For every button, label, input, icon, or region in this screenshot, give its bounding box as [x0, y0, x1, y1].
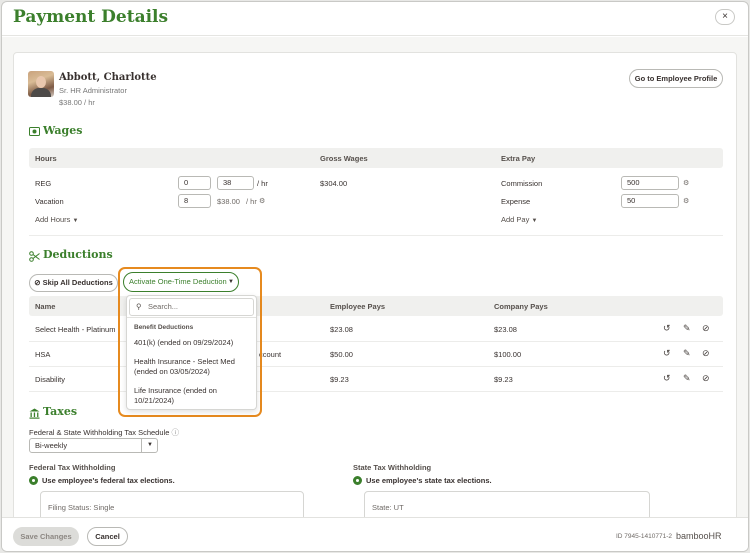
- menu-item[interactable]: Health Insurance - Select Med (ended on …: [134, 357, 246, 377]
- avatar: [28, 71, 54, 97]
- close-button[interactable]: ×: [715, 9, 735, 25]
- reg-label: REG: [35, 179, 52, 188]
- company-pays-column: Company Pays: [494, 302, 548, 311]
- deduction-employee-pays: $9.23: [330, 375, 349, 384]
- deduction-menu: ⚲ Search... Benefit Deductions 401(k) (e…: [126, 295, 257, 410]
- deduction-employee-pays: $23.08: [330, 325, 353, 334]
- add-pay-link[interactable]: Add Pay ▼: [501, 215, 537, 224]
- deductions-title: Deductions: [43, 248, 113, 261]
- pencil-icon[interactable]: ✎: [683, 373, 691, 384]
- employee-job-title: Sr. HR Administrator: [59, 86, 127, 95]
- bamboohr-logo: bambooHR: [676, 531, 722, 541]
- state-withholding-title: State Tax Withholding: [353, 463, 432, 472]
- prohibit-icon[interactable]: ⊘: [702, 323, 710, 334]
- wages-title: Wages: [43, 124, 83, 137]
- menu-item[interactable]: 401(k) (ended on 09/29/2024): [134, 338, 252, 348]
- hours-column: Hours: [35, 154, 57, 163]
- tax-schedule-select[interactable]: Bi-weekly ▼: [29, 438, 158, 453]
- modal-footer: Save Changes Cancel ID 7945-1410771-2 ba…: [2, 517, 748, 551]
- commission-input[interactable]: 500: [621, 176, 679, 190]
- prohibit-icon[interactable]: ⊘: [702, 373, 710, 384]
- skip-all-deductions-button[interactable]: ⊘ Skip All Deductions: [29, 274, 118, 292]
- info-icon: ⓘ: [171, 428, 179, 437]
- go-to-profile-button[interactable]: Go to Employee Profile: [629, 69, 723, 88]
- deduction-company-pays: $100.00: [494, 350, 522, 359]
- reg-rate-input[interactable]: 38: [217, 176, 254, 190]
- deduction-account: ccount: [259, 350, 282, 359]
- state-details-box: State: UT: [364, 491, 650, 517]
- deduction-company-pays: $23.08: [494, 325, 517, 334]
- page-title: Payment Details: [13, 7, 169, 27]
- cancel-button[interactable]: Cancel: [87, 527, 128, 546]
- prohibit-icon: ⊘: [34, 278, 41, 287]
- close-icon: ×: [722, 11, 728, 22]
- name-column: Name: [35, 302, 56, 311]
- vacation-rate-unit: / hr: [246, 197, 257, 206]
- wages-table-header: Hours Gross Wages Extra Pay: [29, 148, 723, 168]
- menu-search-input[interactable]: ⚲ Search...: [129, 298, 254, 316]
- modal-body[interactable]: Abbott, Charlotte Sr. HR Administrator $…: [2, 37, 748, 517]
- pencil-icon[interactable]: ✎: [683, 323, 691, 334]
- menu-item[interactable]: Life Insurance (ended on 10/21/2024): [134, 386, 230, 406]
- save-changes-button[interactable]: Save Changes: [13, 527, 79, 546]
- reg-gross-wages: $304.00: [320, 179, 348, 188]
- deduction-name: Disability: [35, 375, 66, 384]
- deduction-company-pays: $9.23: [494, 375, 513, 384]
- activate-one-time-deduction-button[interactable]: Activate One-Time Deduction ▼: [123, 272, 239, 292]
- prohibit-icon[interactable]: ⊘: [702, 348, 710, 359]
- caret-down-icon: ▼: [531, 218, 538, 224]
- state-option-label: Use employee's state tax elections.: [366, 476, 492, 485]
- money-icon: [29, 127, 40, 138]
- vacation-hours-input[interactable]: 8: [178, 194, 211, 208]
- employee-pays-column: Employee Pays: [330, 302, 386, 311]
- vacation-label: Vacation: [35, 197, 64, 206]
- caret-down-icon: ▼: [147, 442, 153, 448]
- gear-icon[interactable]: ⚙: [259, 197, 265, 205]
- federal-filing-status: Filing Status: Single: [48, 503, 115, 512]
- payment-card: Abbott, Charlotte Sr. HR Administrator $…: [13, 52, 737, 517]
- reg-hours-input[interactable]: 0: [178, 176, 211, 190]
- modal-header: Payment Details ×: [2, 2, 748, 36]
- divider: [29, 235, 723, 236]
- reg-rate-unit: / hr: [257, 179, 268, 188]
- gear-icon[interactable]: ⚙: [683, 179, 689, 187]
- gross-wages-column: Gross Wages: [320, 154, 368, 163]
- vacation-rate: $38.00: [217, 197, 240, 206]
- employee-rate: $38.00 / hr: [59, 98, 95, 107]
- expense-label: Expense: [501, 197, 531, 206]
- federal-option-label: Use employee's federal tax elections.: [42, 476, 175, 485]
- deduction-name: HSA: [35, 350, 51, 359]
- gear-icon[interactable]: ⚙: [683, 197, 689, 205]
- deduction-name: Select Health - Platinum: [35, 325, 116, 334]
- state-filing-status: State: UT: [372, 503, 404, 512]
- caret-down-icon: ▼: [228, 279, 234, 285]
- add-hours-link[interactable]: Add Hours ▼: [35, 215, 78, 224]
- federal-radio[interactable]: [29, 476, 38, 485]
- extra-pay-column: Extra Pay: [501, 154, 536, 163]
- record-id: ID 7945-1410771-2: [616, 533, 673, 540]
- payment-details-modal: Payment Details × Abbott, Charlotte Sr. …: [1, 1, 749, 552]
- menu-group-label: Benefit Deductions: [134, 324, 194, 331]
- history-icon[interactable]: ↺: [663, 323, 671, 334]
- history-icon[interactable]: ↺: [663, 348, 671, 359]
- federal-details-box: Filing Status: Single: [40, 491, 304, 517]
- commission-label: Commission: [501, 179, 543, 188]
- employee-name: Abbott, Charlotte: [59, 72, 157, 83]
- pencil-icon[interactable]: ✎: [683, 348, 691, 359]
- bank-icon: [29, 408, 40, 419]
- search-icon: ⚲: [136, 302, 142, 311]
- tax-schedule-label: Federal & State Withholding Tax Schedule…: [29, 428, 179, 437]
- caret-down-icon: ▼: [72, 218, 79, 224]
- expense-input[interactable]: 50: [621, 194, 679, 208]
- scissors-icon: [29, 251, 40, 262]
- federal-withholding-title: Federal Tax Withholding: [29, 463, 116, 472]
- history-icon[interactable]: ↺: [663, 373, 671, 384]
- deduction-employee-pays: $50.00: [330, 350, 353, 359]
- taxes-title: Taxes: [43, 405, 78, 418]
- state-radio[interactable]: [353, 476, 362, 485]
